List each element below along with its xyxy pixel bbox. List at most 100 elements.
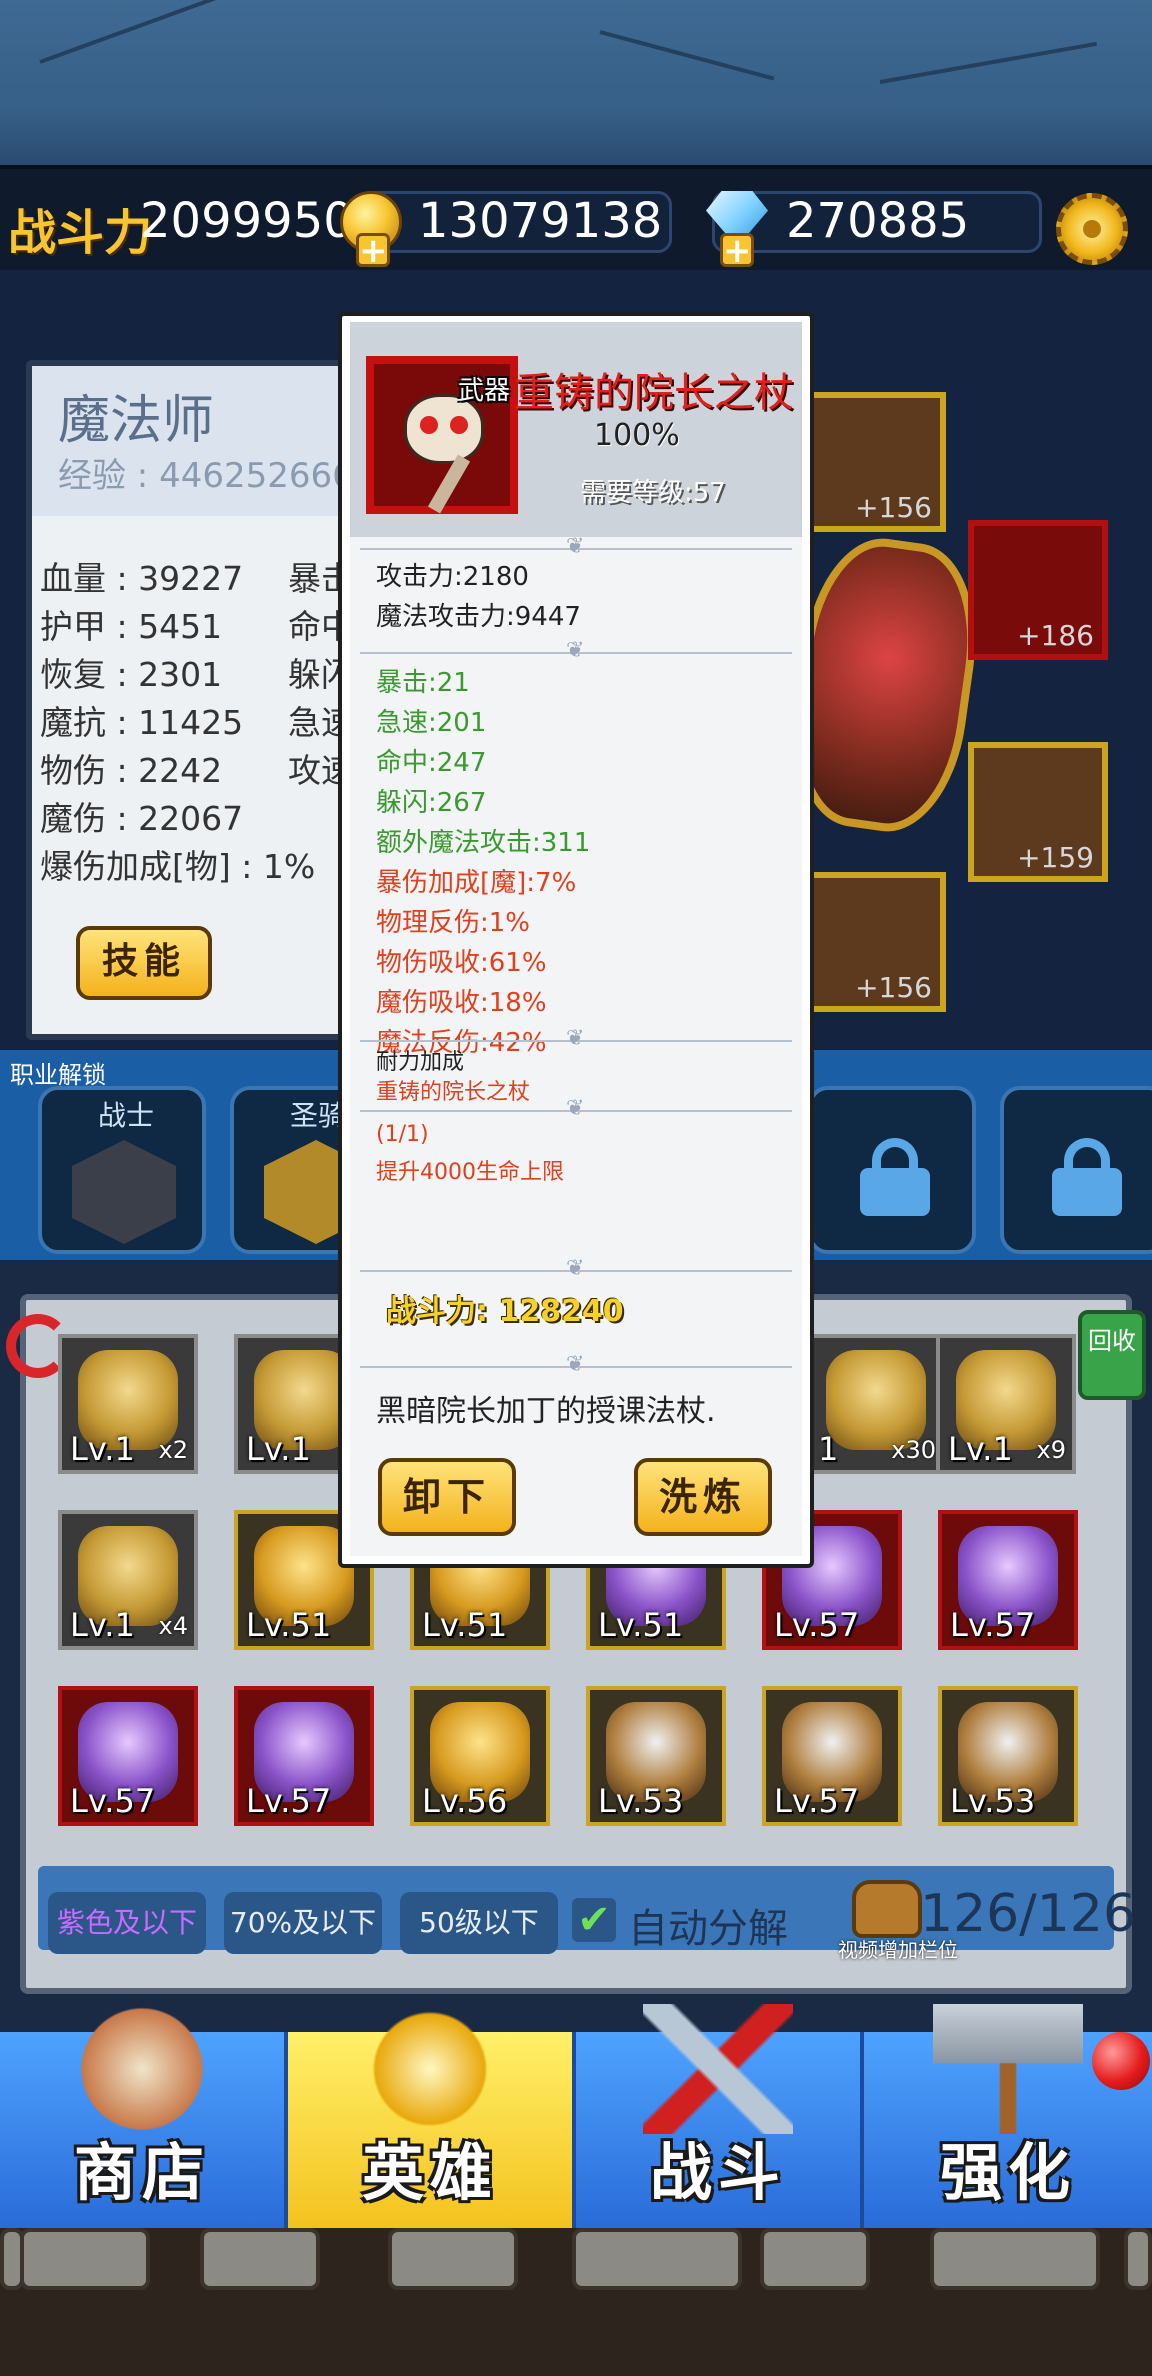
item-quality: 100% [594,418,680,453]
hero-stat-regen: 恢复 : 2301 [40,655,223,694]
inventory-slot[interactable]: Lv.57 [58,1686,198,1826]
set-count: (1/1) [376,1122,429,1147]
item-level: Lv.53 [950,1782,1036,1820]
inventory-slot[interactable]: Lv.53 [938,1686,1078,1826]
item-level: Lv.1 [246,1430,311,1468]
inventory-slot[interactable]: Lv.1 x2 [58,1334,198,1474]
item-level: Lv.51 [598,1606,684,1644]
stone [388,2228,518,2290]
filter-level-button[interactable]: 50级以下 [400,1892,558,1954]
set-name: 重铸的院长之杖 [376,1080,531,1105]
item-level: Lv.57 [70,1782,156,1820]
item-level: Lv.57 [774,1782,860,1820]
green-stat: 额外魔法攻击:311 [376,828,591,858]
red-stat: 魔伤吸收:18% [376,988,547,1018]
hammer-icon [933,2004,1083,2134]
tab-label: 英雄 [361,2136,498,2209]
recycle-button[interactable]: 回收 [1078,1310,1146,1400]
add-gold-button[interactable]: + [356,233,390,268]
stone [572,2228,742,2290]
tab-hero[interactable]: 英雄 [288,2004,576,2228]
hero-exp: 经验 : 446252666/ [58,456,358,496]
red-stat: 物伤吸收:61% [376,948,547,978]
equip-level: +156 [855,971,932,1004]
green-stat: 暴击:21 [376,668,470,698]
gear-icon[interactable] [1056,193,1128,265]
item-level: Lv.51 [246,1606,332,1644]
item-level: Lv.57 [246,1782,332,1820]
power-value: 2099950 [140,193,354,249]
inventory-slot[interactable]: Lv.1 x9 [936,1334,1076,1474]
red-stat: 物理反伤:1% [376,908,531,938]
hero-stat-armor: 护甲 : 5451 [40,607,223,646]
gold-value: 13079138 [418,193,663,249]
auto-decompose-label: 自动分解 [628,1906,788,1952]
equip-slot-helmet[interactable]: +156 [806,392,946,532]
equip-slot-boots[interactable]: +156 [806,872,946,1012]
unequip-button[interactable]: 卸下 [378,1458,516,1536]
item-level: Lv.53 [598,1782,684,1820]
stone [930,2228,1100,2290]
resource-bar: 战斗力 2099950 + 13079138 + 270885 [0,165,1152,270]
inventory-slot[interactable]: Lv.57 [762,1686,902,1826]
equip-slot-ring[interactable]: +159 [968,742,1108,882]
hero-stat-mres: 魔抗 : 11425 [40,703,244,742]
item-level: Lv.1 [70,1606,135,1644]
equip-level: +186 [1017,619,1094,652]
item-description: 黑暗院长加丁的授课法杖. [376,1394,716,1429]
divider [360,638,792,663]
bag-icon[interactable] [852,1880,922,1938]
stone [1124,2228,1152,2290]
base-stat-attack: 攻击力:2180 [376,562,529,592]
inventory-slot[interactable]: Lv.56 [410,1686,550,1826]
class-card-locked-2[interactable] [1000,1086,1152,1254]
stone [200,2228,320,2290]
hero-stat-hp: 血量 : 39227 [40,559,244,598]
sky-background [0,0,1152,165]
auto-decompose-checkbox[interactable]: ✔ [572,1898,616,1942]
skill-button[interactable]: 技能 [76,926,212,1000]
item-required-level: 需要等级:57 [580,478,726,508]
inventory-slot[interactable]: Lv.57 [938,1510,1078,1650]
tab-label: 商店 [73,2136,210,2209]
filter-purple-button[interactable]: 紫色及以下 [48,1892,206,1954]
item-level: Lv.51 [422,1606,508,1644]
add-gems-button[interactable]: + [720,233,754,268]
inventory-slot[interactable]: 1 x30 [806,1334,946,1474]
equip-slot-weapon[interactable]: +186 [968,520,1108,660]
tab-battle[interactable]: 战斗 [576,2004,864,2228]
item-level: Lv.57 [950,1606,1036,1644]
hero-stat-pdmg: 物伤 : 2242 [40,751,223,790]
inventory-slot[interactable]: Lv.53 [586,1686,726,1826]
divider [360,1352,792,1377]
base-stat-magic-attack: 魔法攻击力:9447 [376,602,581,632]
notification-dot [1092,2032,1150,2090]
class-unlock-label: 职业解锁 [10,1061,106,1089]
class-card-warrior[interactable]: 战士 [38,1086,206,1254]
tab-shop[interactable]: 商店 [0,2004,288,2228]
item-power: 战斗力: 128240 [386,1294,624,1329]
item-count: x4 [158,1612,188,1640]
divider [360,1026,792,1051]
item-count: x30 [891,1436,936,1464]
power-label: 战斗力 [8,205,153,261]
item-count: x9 [1036,1436,1066,1464]
item-name: 重铸的院长之杖 [514,370,794,416]
item-type-tag: 武器 [458,376,511,406]
stone [760,2228,870,2290]
inventory-slot[interactable]: Lv.57 [234,1686,374,1826]
hero-stat-mdmg: 魔伤 : 22067 [40,799,244,838]
filter-70-button[interactable]: 70%及以下 [224,1892,382,1954]
refine-button[interactable]: 洗炼 [634,1458,772,1536]
bag-capacity-note: 视频增加栏位 [838,1938,958,1962]
stone [20,2228,150,2290]
class-card-locked-1[interactable] [808,1086,976,1254]
inventory-slot[interactable]: Lv.1 x4 [58,1510,198,1650]
warrior-icon [72,1140,176,1244]
red-stat: 暴伤加成[魔]:7% [376,868,577,898]
equip-level: +159 [1017,841,1094,874]
item-level: Lv.57 [774,1606,860,1644]
item-level: 1 [818,1430,839,1468]
divider [360,534,792,559]
item-count: x2 [158,1436,188,1464]
